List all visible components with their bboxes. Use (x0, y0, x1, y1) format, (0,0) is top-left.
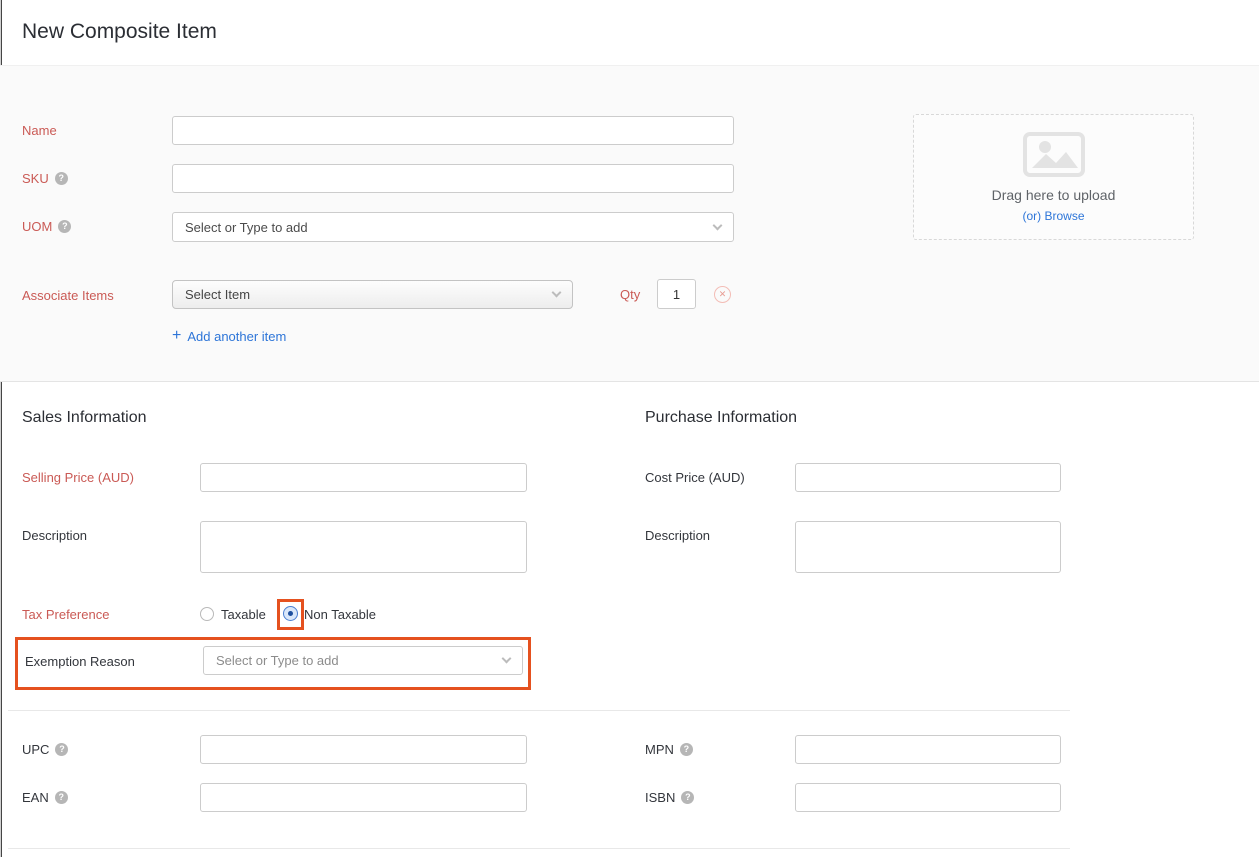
cost-price-input[interactable] (795, 463, 1061, 492)
exemption-reason-placeholder: Select or Type to add (216, 653, 339, 668)
uom-help-icon[interactable]: ? (58, 220, 71, 233)
ean-label: EAN ? (22, 790, 68, 805)
plus-icon: + (172, 327, 181, 345)
page-title: New Composite Item (22, 20, 217, 43)
exemption-reason-label: Exemption Reason (25, 654, 135, 669)
upc-label: UPC ? (22, 742, 68, 757)
purchase-description-label: Description (645, 528, 710, 543)
non-taxable-radio-label[interactable]: Non Taxable (304, 607, 376, 622)
sku-help-icon[interactable]: ? (55, 172, 68, 185)
name-input[interactable] (172, 116, 734, 145)
cost-price-label: Cost Price (AUD) (645, 470, 745, 485)
uom-select-placeholder: Select or Type to add (185, 220, 308, 235)
mpn-input[interactable] (795, 735, 1061, 764)
divider (8, 848, 1070, 849)
purchase-description-textarea[interactable] (795, 521, 1061, 573)
associate-items-label: Associate Items (22, 288, 114, 303)
basic-info-section: Name SKU ? UOM ? Select or Type to add A… (0, 65, 1259, 382)
add-another-item-link[interactable]: + Add another item (172, 327, 286, 345)
name-label: Name (22, 123, 57, 138)
isbn-label: ISBN ? (645, 790, 694, 805)
new-composite-item-page: New Composite Item Name SKU ? UOM ? Sele… (0, 0, 1259, 857)
selling-price-label: Selling Price (AUD) (22, 470, 134, 485)
qty-label: Qty (620, 287, 640, 302)
upc-help-icon[interactable]: ? (55, 743, 68, 756)
mpn-label: MPN ? (645, 742, 693, 757)
uom-select[interactable]: Select or Type to add (172, 212, 734, 242)
page-title-wrap: New Composite Item (22, 20, 217, 44)
image-upload-dropzone[interactable]: Drag here to upload (or) Browse (913, 114, 1194, 240)
sku-input[interactable] (172, 164, 734, 193)
taxable-radio-label[interactable]: Taxable (221, 607, 266, 622)
mpn-help-icon[interactable]: ? (680, 743, 693, 756)
non-taxable-radio[interactable] (283, 606, 298, 621)
upload-browse-link[interactable]: Browse (1045, 209, 1085, 223)
divider (8, 710, 1070, 711)
qty-input[interactable] (657, 279, 696, 309)
ean-help-icon[interactable]: ? (55, 791, 68, 804)
purchase-information-heading: Purchase Information (645, 409, 797, 427)
remove-item-icon[interactable]: ✕ (714, 286, 731, 303)
chevron-down-icon (502, 654, 512, 664)
isbn-help-icon[interactable]: ? (681, 791, 694, 804)
upload-drag-text: Drag here to upload (992, 187, 1116, 203)
sales-description-label: Description (22, 528, 87, 543)
taxable-radio[interactable] (200, 607, 214, 621)
chevron-down-icon (552, 288, 562, 298)
selling-price-input[interactable] (200, 463, 527, 492)
upload-or-text: (or) (1022, 209, 1041, 223)
ean-input[interactable] (200, 783, 527, 812)
image-placeholder-icon (1023, 132, 1085, 177)
associate-item-select[interactable]: Select Item (172, 280, 573, 309)
exemption-reason-select[interactable]: Select or Type to add (203, 646, 523, 675)
sales-description-textarea[interactable] (200, 521, 527, 573)
associate-item-placeholder: Select Item (185, 287, 250, 302)
isbn-input[interactable] (795, 783, 1061, 812)
tax-preference-label: Tax Preference (22, 607, 109, 622)
uom-label: UOM ? (22, 219, 71, 234)
sales-information-heading: Sales Information (22, 409, 147, 427)
sku-label: SKU ? (22, 171, 68, 186)
upc-input[interactable] (200, 735, 527, 764)
chevron-down-icon (713, 220, 723, 230)
